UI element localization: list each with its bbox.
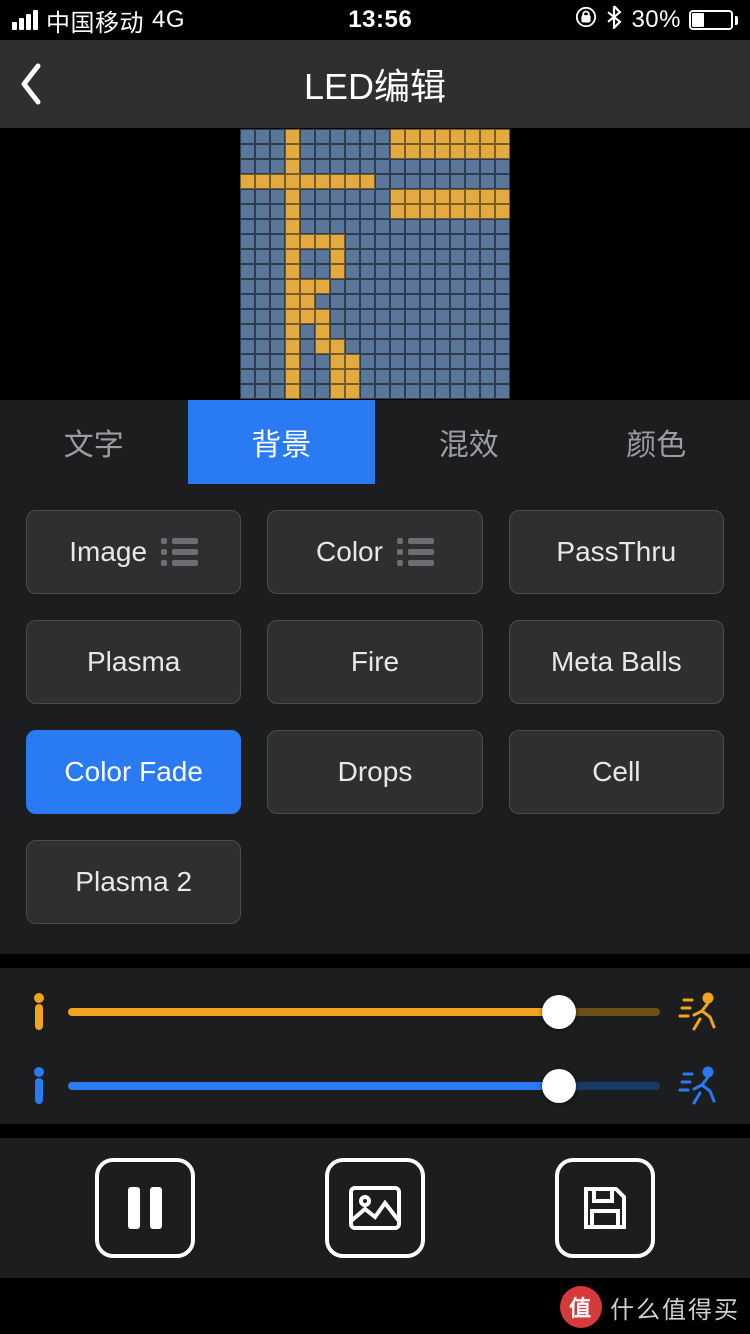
status-left: 中国移动 4G	[12, 3, 185, 38]
effects-panel: Image Color PassThru Plasma Fire Meta Ba…	[0, 484, 750, 954]
gallery-button[interactable]	[325, 1158, 425, 1258]
list-icon	[397, 538, 434, 566]
bottom-actions	[0, 1138, 750, 1278]
effect-drops[interactable]: Drops	[267, 730, 482, 814]
battery-icon	[689, 10, 738, 30]
effect-color[interactable]: Color	[267, 510, 482, 594]
effect-label: Drops	[338, 756, 413, 788]
tab-mix[interactable]: 混效	[375, 400, 563, 484]
back-button[interactable]	[18, 40, 44, 128]
effect-label: Color Fade	[64, 756, 203, 788]
watermark-badge-icon: 值	[560, 1286, 602, 1328]
person-running-icon	[678, 992, 722, 1032]
effect-label: Plasma	[87, 646, 180, 678]
tab-background[interactable]: 背景	[188, 400, 376, 484]
tab-text[interactable]: 文字	[0, 400, 188, 484]
watermark: 值 什么值得买	[560, 1286, 740, 1328]
clock: 13:56	[348, 6, 412, 34]
effect-label: Cell	[592, 756, 640, 788]
network-label: 4G	[152, 6, 185, 34]
effect-colorfade[interactable]: Color Fade	[26, 730, 241, 814]
effect-label: Color	[316, 536, 383, 568]
slider-panel	[0, 968, 750, 1124]
led-grid	[240, 129, 510, 399]
effect-plasma[interactable]: Plasma	[26, 620, 241, 704]
intensity-slider[interactable]	[68, 1082, 660, 1090]
effect-image[interactable]: Image	[26, 510, 241, 594]
list-icon	[161, 538, 198, 566]
effect-passthru[interactable]: PassThru	[509, 510, 724, 594]
carrier-label: 中国移动	[46, 3, 144, 38]
pause-button[interactable]	[95, 1158, 195, 1258]
person-standing-icon	[28, 1066, 50, 1106]
watermark-text: 什么值得买	[610, 1290, 740, 1325]
person-standing-icon	[28, 992, 50, 1032]
status-bar: 中国移动 4G 13:56 30%	[0, 0, 750, 40]
effect-fire[interactable]: Fire	[267, 620, 482, 704]
intensity-slider-row	[28, 1066, 722, 1106]
effect-label: PassThru	[556, 536, 676, 568]
status-right: 30%	[575, 5, 738, 36]
speed-slider[interactable]	[68, 1008, 660, 1016]
effect-label: Meta Balls	[551, 646, 682, 678]
tab-label: 背景	[251, 420, 311, 464]
tab-label: 文字	[64, 420, 124, 464]
led-preview[interactable]	[0, 128, 750, 400]
header: LED编辑	[0, 40, 750, 128]
page-title: LED编辑	[304, 58, 446, 110]
person-running-icon	[678, 1066, 722, 1106]
tab-label: 混效	[439, 420, 499, 464]
effect-label: Plasma 2	[75, 866, 192, 898]
effect-label: Image	[69, 536, 147, 568]
bluetooth-icon	[605, 5, 623, 36]
effect-metaballs[interactable]: Meta Balls	[509, 620, 724, 704]
save-button[interactable]	[555, 1158, 655, 1258]
slider-thumb[interactable]	[542, 1069, 576, 1103]
slider-thumb[interactable]	[542, 995, 576, 1029]
tab-row: 文字 背景 混效 颜色	[0, 400, 750, 484]
tab-color[interactable]: 颜色	[563, 400, 750, 484]
effect-plasma2[interactable]: Plasma 2	[26, 840, 241, 924]
orientation-lock-icon	[575, 6, 597, 35]
speed-slider-row	[28, 992, 722, 1032]
effect-cell[interactable]: Cell	[509, 730, 724, 814]
signal-icon	[12, 10, 38, 30]
tab-label: 颜色	[626, 420, 686, 464]
battery-pct: 30%	[631, 6, 681, 34]
effect-label: Fire	[351, 646, 399, 678]
